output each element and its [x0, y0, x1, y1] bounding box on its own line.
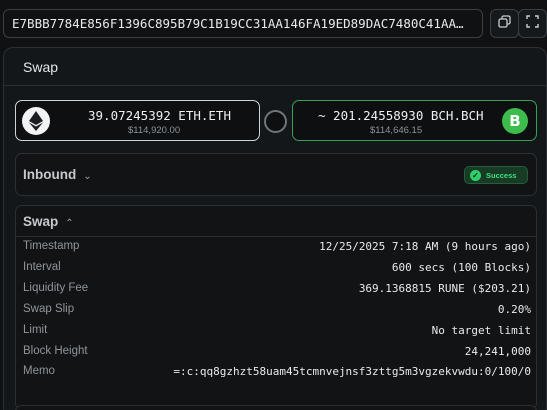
to-asset-usd: $114,646.15: [370, 125, 423, 136]
detail-label: Interval: [23, 261, 61, 273]
section-divider: [16, 236, 536, 237]
eth-logo-icon: [22, 107, 50, 135]
to-asset-box[interactable]: ~ 201.24558930 BCH.BCH $114,646.15 B: [292, 100, 537, 141]
status-badge-text: Success: [486, 170, 517, 180]
detail-row-liquidity-fee: Liquidity Fee 369.1368815 RUNE ($203.21): [23, 282, 531, 300]
detail-row-limit: Limit No target limit: [23, 324, 531, 342]
detail-value: 600 secs (100 Blocks): [391, 261, 531, 274]
from-asset-box[interactable]: 39.07245392 ETH.ETH $114,920.00: [15, 100, 260, 141]
detail-label: Swap Slip: [23, 303, 75, 315]
detail-value: 369.1368815 RUNE ($203.21): [358, 282, 531, 295]
detail-label: Liquidity Fee: [23, 282, 89, 294]
from-asset-usd: $114,920.00: [128, 125, 181, 136]
detail-value: 0.20%: [497, 303, 531, 316]
detail-row-timestamp: Timestamp 12/25/2025 7:18 AM (9 hours ag…: [23, 240, 531, 258]
detail-row-memo: Memo =:c:qq8gzhzt58uam45tcmnvejnsf3zttg5…: [23, 365, 531, 383]
detail-row-swap-slip: Swap Slip 0.20%: [23, 303, 531, 321]
inbound-section[interactable]: Inbound ⌄ ✓ Success: [15, 153, 537, 196]
from-asset-amount: 39.07245392 ETH.ETH: [88, 108, 231, 123]
detail-label: Block Height: [23, 345, 88, 357]
detail-value: 24,241,000: [464, 345, 531, 358]
detail-label: Memo: [23, 365, 55, 377]
swap-card: Swap 39.07245392 ETH.ETH $114,920.00 ~ 2…: [3, 47, 547, 410]
inbound-title-text: Inbound: [23, 167, 77, 182]
expand-button[interactable]: [518, 9, 547, 38]
chevron-down-icon: ⌄: [83, 171, 92, 182]
detail-value: No target limit: [431, 324, 531, 337]
to-asset-amount: ~ 201.24558930 BCH.BCH: [318, 108, 484, 123]
tx-hash-field[interactable]: E7BBB7784E856F1396C895B79C1B19CC31AA146F…: [3, 9, 483, 38]
detail-label: Limit: [23, 324, 48, 336]
inbound-title: Inbound ⌄: [23, 167, 92, 182]
swap-section-header[interactable]: Swap ⌃: [23, 214, 74, 229]
next-section-edge: [15, 405, 537, 410]
copy-icon: [498, 14, 511, 33]
card-title: Swap: [4, 48, 546, 86]
swap-direction-indicator: [264, 110, 287, 133]
detail-value[interactable]: =:c:qq8gzhzt58uam45tcmnvejnsf3zttg5m3vgz…: [173, 365, 531, 378]
detail-value: 12/25/2025 7:18 AM (9 hours ago): [319, 240, 531, 253]
copy-button[interactable]: [490, 9, 519, 38]
detail-row-interval: Interval 600 secs (100 Blocks): [23, 261, 531, 279]
detail-row-block-height: Block Height 24,241,000: [23, 345, 531, 363]
status-badge: ✓ Success: [464, 166, 528, 184]
detail-label: Timestamp: [23, 240, 80, 252]
expand-icon: [526, 14, 539, 33]
bch-logo-icon: B: [502, 108, 528, 134]
swap-title-text: Swap: [23, 214, 59, 229]
swap-section: Swap ⌃ Timestamp 12/25/2025 7:18 AM (9 ho…: [15, 205, 537, 410]
check-icon: ✓: [470, 169, 481, 181]
chevron-up-icon: ⌃: [65, 218, 74, 229]
